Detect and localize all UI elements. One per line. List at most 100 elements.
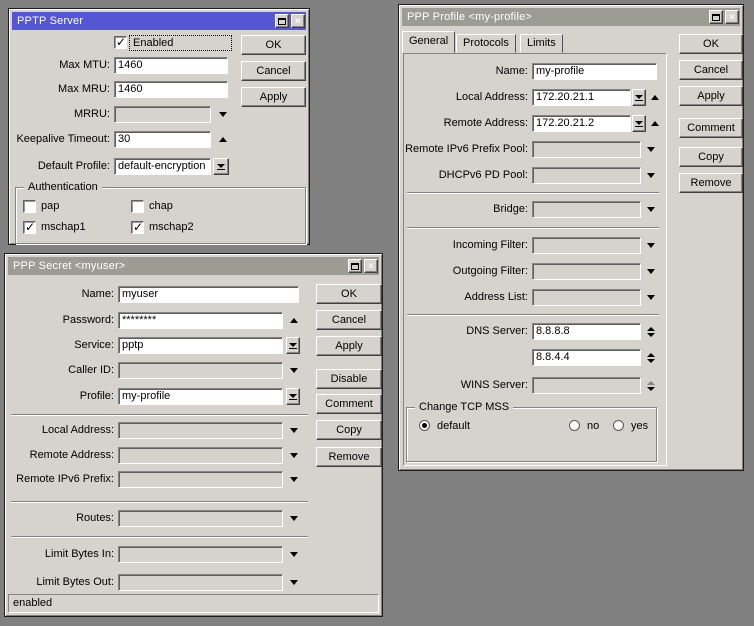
ppp-secret-titlebar[interactable]: PPP Secret <myuser> ✕	[8, 257, 379, 275]
routes-dropdown-icon[interactable]	[287, 510, 300, 527]
copy-button[interactable]: Copy	[679, 147, 743, 167]
remote-ipv6-prefix-label: Remote IPv6 Prefix:	[7, 471, 114, 488]
comment-button[interactable]: Comment	[316, 394, 382, 414]
local-address-dropdown-icon[interactable]	[287, 422, 300, 439]
caller-id-dropdown-icon[interactable]	[287, 362, 300, 379]
pptp-server-titlebar[interactable]: PPTP Server ✕	[12, 12, 306, 30]
maximize-button[interactable]	[709, 10, 723, 24]
routes-input[interactable]	[118, 510, 283, 527]
limit-bytes-in-dropdown-icon[interactable]	[287, 546, 300, 563]
apply-button[interactable]: Apply	[679, 86, 743, 106]
remote-ipv6-prefix-input[interactable]	[118, 471, 283, 488]
cancel-button[interactable]: Cancel	[316, 310, 382, 330]
apply-button[interactable]: Apply	[316, 336, 382, 356]
limit-bytes-out-input[interactable]	[118, 574, 283, 591]
comment-button[interactable]: Comment	[679, 118, 743, 138]
tab-protocols[interactable]: Protocols	[456, 34, 516, 53]
ok-button[interactable]: OK	[316, 284, 382, 304]
tcp-mss-default-radio[interactable]	[419, 420, 430, 431]
pap-checkbox[interactable]	[23, 200, 36, 213]
remote-ipv6-prefix-pool-dropdown-icon[interactable]	[644, 141, 657, 158]
ppp-profile-window: PPP Profile <my-profile> ✕ General Proto…	[398, 4, 744, 471]
apply-button[interactable]: Apply	[241, 87, 306, 107]
mrru-dropdown-icon[interactable]	[216, 106, 229, 123]
caller-id-input[interactable]	[118, 362, 283, 379]
wins-server-spinner[interactable]	[644, 377, 657, 394]
keepalive-up-icon[interactable]	[216, 131, 229, 148]
cancel-button[interactable]: Cancel	[679, 60, 743, 80]
name-input[interactable]: myuser	[118, 286, 299, 303]
remote-address-up-icon[interactable]	[648, 115, 661, 132]
incoming-filter-dropdown-icon[interactable]	[644, 237, 657, 254]
service-dropdown-button[interactable]	[286, 337, 300, 354]
tab-limits[interactable]: Limits	[520, 34, 563, 53]
max-mru-input[interactable]: 1460	[114, 81, 228, 98]
remote-address-input[interactable]	[118, 447, 283, 464]
name-input[interactable]: my-profile	[532, 63, 657, 80]
limit-bytes-in-input[interactable]	[118, 546, 283, 563]
keepalive-timeout-input[interactable]: 30	[114, 131, 211, 148]
remote-ipv6-prefix-dropdown-icon[interactable]	[287, 471, 300, 488]
address-list-dropdown-icon[interactable]	[644, 289, 657, 306]
close-button[interactable]: ✕	[725, 10, 739, 24]
mrru-input[interactable]	[114, 106, 211, 123]
enabled-label[interactable]: Enabled	[129, 35, 232, 51]
local-address-up-icon[interactable]	[648, 89, 661, 106]
close-button[interactable]: ✕	[291, 14, 305, 28]
tcp-mss-yes-radio[interactable]	[613, 420, 624, 431]
disable-button[interactable]: Disable	[316, 369, 382, 389]
maximize-icon	[712, 14, 720, 21]
bridge-dropdown-icon[interactable]	[644, 201, 657, 218]
remote-ipv6-prefix-pool-input[interactable]	[532, 141, 641, 158]
mschap1-checkbox[interactable]	[23, 221, 36, 234]
password-input[interactable]: ********	[118, 312, 283, 329]
dhcpv6-pd-pool-dropdown-icon[interactable]	[644, 167, 657, 184]
profile-dropdown-button[interactable]	[286, 388, 300, 405]
copy-button[interactable]: Copy	[316, 420, 382, 440]
dhcpv6-pd-pool-input[interactable]	[532, 167, 641, 184]
ok-button[interactable]: OK	[679, 34, 743, 54]
maximize-icon	[351, 263, 359, 270]
max-mtu-input[interactable]: 1460	[114, 57, 228, 74]
outgoing-filter-dropdown-icon[interactable]	[644, 263, 657, 280]
mschap2-checkbox[interactable]	[131, 221, 144, 234]
dns-server-spinner[interactable]	[644, 323, 657, 340]
tcp-mss-no-radio[interactable]	[569, 420, 580, 431]
chap-checkbox[interactable]	[131, 200, 144, 213]
password-up-icon[interactable]	[287, 312, 300, 329]
incoming-filter-input[interactable]	[532, 237, 641, 254]
mschap1-label: mschap1	[41, 221, 86, 234]
remote-address-dropdown-button[interactable]	[632, 115, 646, 132]
maximize-button[interactable]	[348, 259, 362, 273]
remote-address-input[interactable]: 172.20.21.2	[532, 115, 631, 132]
dns-server-2-spinner[interactable]	[644, 349, 657, 366]
wins-server-input[interactable]	[532, 377, 641, 394]
address-list-input[interactable]	[532, 289, 641, 306]
remove-button[interactable]: Remove	[679, 173, 743, 193]
dns-server-2-input[interactable]: 8.8.4.4	[532, 349, 641, 366]
local-address-input[interactable]: 172.20.21.1	[532, 89, 631, 106]
default-profile-dropdown-button[interactable]	[213, 158, 229, 175]
tcp-mss-no-label: no	[587, 420, 599, 433]
dns-server-input[interactable]: 8.8.8.8	[532, 323, 641, 340]
local-address-dropdown-button[interactable]	[632, 89, 646, 106]
default-profile-input[interactable]: default-encryption	[114, 158, 211, 175]
remote-address-dropdown-icon[interactable]	[287, 447, 300, 464]
enabled-checkbox[interactable]	[114, 36, 127, 49]
limit-bytes-out-dropdown-icon[interactable]	[287, 574, 300, 591]
cancel-button[interactable]: Cancel	[241, 61, 306, 81]
local-address-input[interactable]	[118, 422, 283, 439]
bridge-input[interactable]	[532, 201, 641, 218]
tcp-mss-default-label: default	[437, 420, 470, 433]
ok-button[interactable]: OK	[241, 35, 306, 55]
remove-button[interactable]: Remove	[316, 447, 382, 467]
outgoing-filter-input[interactable]	[532, 263, 641, 280]
maximize-button[interactable]	[275, 14, 289, 28]
mrru-label: MRRU:	[11, 106, 110, 123]
profile-input[interactable]: my-profile	[118, 388, 283, 405]
outgoing-filter-label: Outgoing Filter:	[403, 263, 528, 280]
service-input[interactable]: pptp	[118, 337, 283, 354]
close-button[interactable]: ✕	[364, 259, 378, 273]
ppp-profile-titlebar[interactable]: PPP Profile <my-profile> ✕	[402, 8, 740, 26]
tab-general[interactable]: General	[402, 31, 455, 53]
